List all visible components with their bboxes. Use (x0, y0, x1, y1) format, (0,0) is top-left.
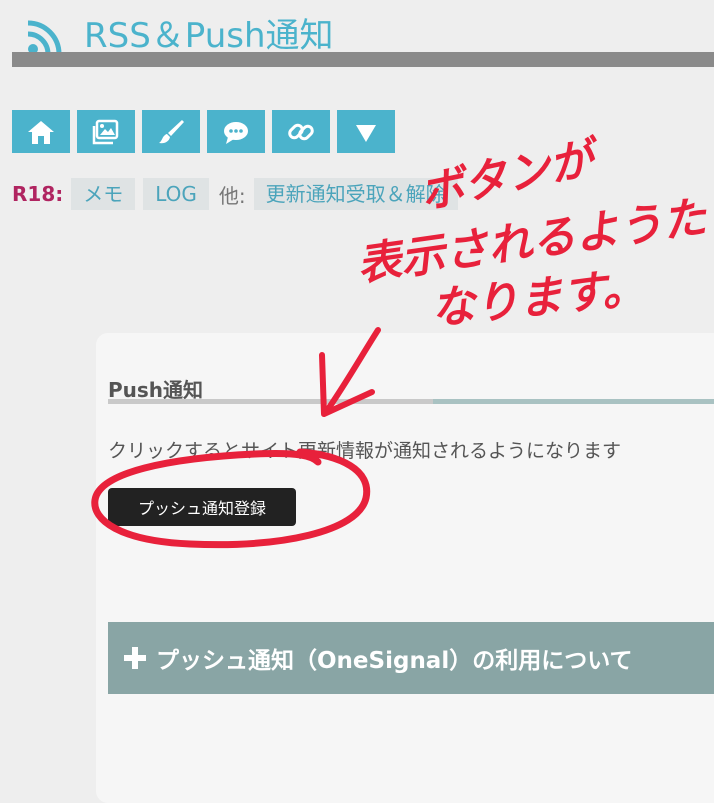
nav-toolbar (12, 110, 395, 153)
triangle-down-icon (356, 124, 376, 142)
tag-log[interactable]: LOG (143, 178, 209, 210)
menu-toggle-button[interactable] (337, 110, 395, 153)
illustration-button[interactable] (142, 110, 200, 153)
home-icon (28, 120, 54, 144)
brush-icon (159, 119, 184, 143)
plus-icon (124, 647, 146, 669)
link-icon (288, 123, 314, 140)
rss-icon (27, 20, 62, 55)
other-label: 他: (218, 183, 246, 208)
push-description: クリックするとサイト更新情報が通知されるようになります (108, 440, 622, 462)
tag-memo[interactable]: メモ (71, 178, 136, 210)
onesignal-accordion[interactable]: プッシュ通知（OneSignal）の利用について (108, 622, 714, 694)
push-subscribe-button[interactable]: プッシュ通知登録 (108, 488, 296, 526)
link-button[interactable] (272, 110, 330, 153)
chat-icon (224, 121, 248, 144)
r18-label: R18: (12, 182, 64, 206)
section-divider-accent (433, 399, 714, 404)
category-links: R18: メモ LOG 他: 更新通知受取＆解除 (12, 178, 458, 210)
gallery-button[interactable] (77, 110, 135, 153)
message-button[interactable] (207, 110, 265, 153)
accordion-label: プッシュ通知（OneSignal）の利用について (156, 648, 633, 674)
page-header: RSS＆Push通知 (12, 0, 714, 68)
section-divider (108, 399, 433, 404)
image-icon (92, 119, 119, 144)
home-button[interactable] (12, 110, 70, 153)
title-underline (12, 52, 714, 67)
